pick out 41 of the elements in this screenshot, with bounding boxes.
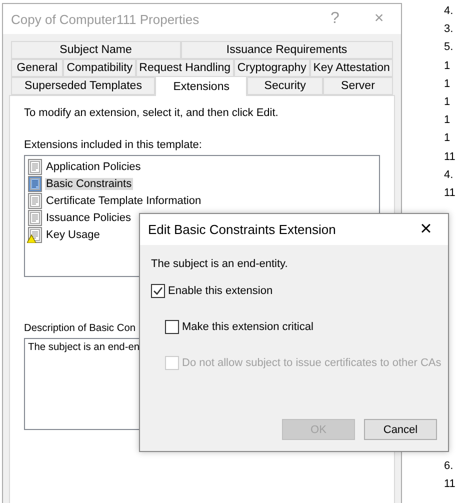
list-number: 5. (444, 40, 454, 56)
description-text: The subject is an end-en (28, 342, 140, 353)
tab[interactable]: Issuance Requirements (180, 41, 393, 59)
description-label: Description of Basic Con (24, 323, 136, 334)
tab[interactable]: Subject Name (11, 41, 181, 59)
tab[interactable]: Server (322, 77, 393, 95)
list-item[interactable]: Key Usage (45, 228, 101, 240)
dialog-title: Edit Basic Constraints Extension (148, 222, 337, 237)
list-number: 11 (444, 477, 456, 492)
list-number: 6. (444, 459, 454, 474)
list-item[interactable]: Application Policies (45, 160, 142, 172)
tab[interactable]: Compatibility (63, 59, 136, 77)
checkmark-icon (153, 286, 163, 296)
list-number: 11 (444, 186, 456, 201)
checkbox-option[interactable]: Enable this extension (151, 284, 273, 298)
window-title: Copy of Computer111 Properties (11, 12, 200, 26)
list-number: 3. (444, 22, 454, 38)
tab[interactable]: Superseded Templates (11, 77, 156, 95)
list-number: 1 (444, 58, 452, 74)
list-item[interactable]: Basic Constraints (45, 178, 133, 190)
close-button[interactable]: × (404, 214, 448, 244)
dialog-button[interactable]: Cancel (364, 419, 437, 440)
list-item[interactable]: Certificate Template Information (45, 194, 202, 206)
checkbox-option[interactable]: Make this extension critical (165, 320, 314, 334)
list-item[interactable]: Issuance Policies (45, 212, 132, 224)
dialog-message: The subject is an end-entity. (151, 258, 288, 270)
list-label: Extensions included in this template: (24, 139, 202, 151)
tab[interactable]: Extensions (155, 76, 248, 96)
tab[interactable]: Cryptography (234, 59, 310, 77)
tab[interactable]: Security (247, 77, 323, 95)
list-number: 1 (444, 76, 452, 92)
list-number: 1 (444, 113, 452, 128)
tab[interactable]: Request Handling (136, 59, 234, 77)
instruction-text: To modify an extension, select it, and then click Edit. (24, 107, 278, 119)
tab[interactable]: Key Attestation (310, 59, 393, 77)
list-number: 11 (444, 150, 456, 164)
tab[interactable]: General (11, 59, 64, 77)
list-number: 1 (444, 131, 452, 146)
list-number: 1 (444, 94, 452, 110)
list-number: 4. (444, 168, 454, 183)
list-number: 4. (444, 4, 454, 19)
